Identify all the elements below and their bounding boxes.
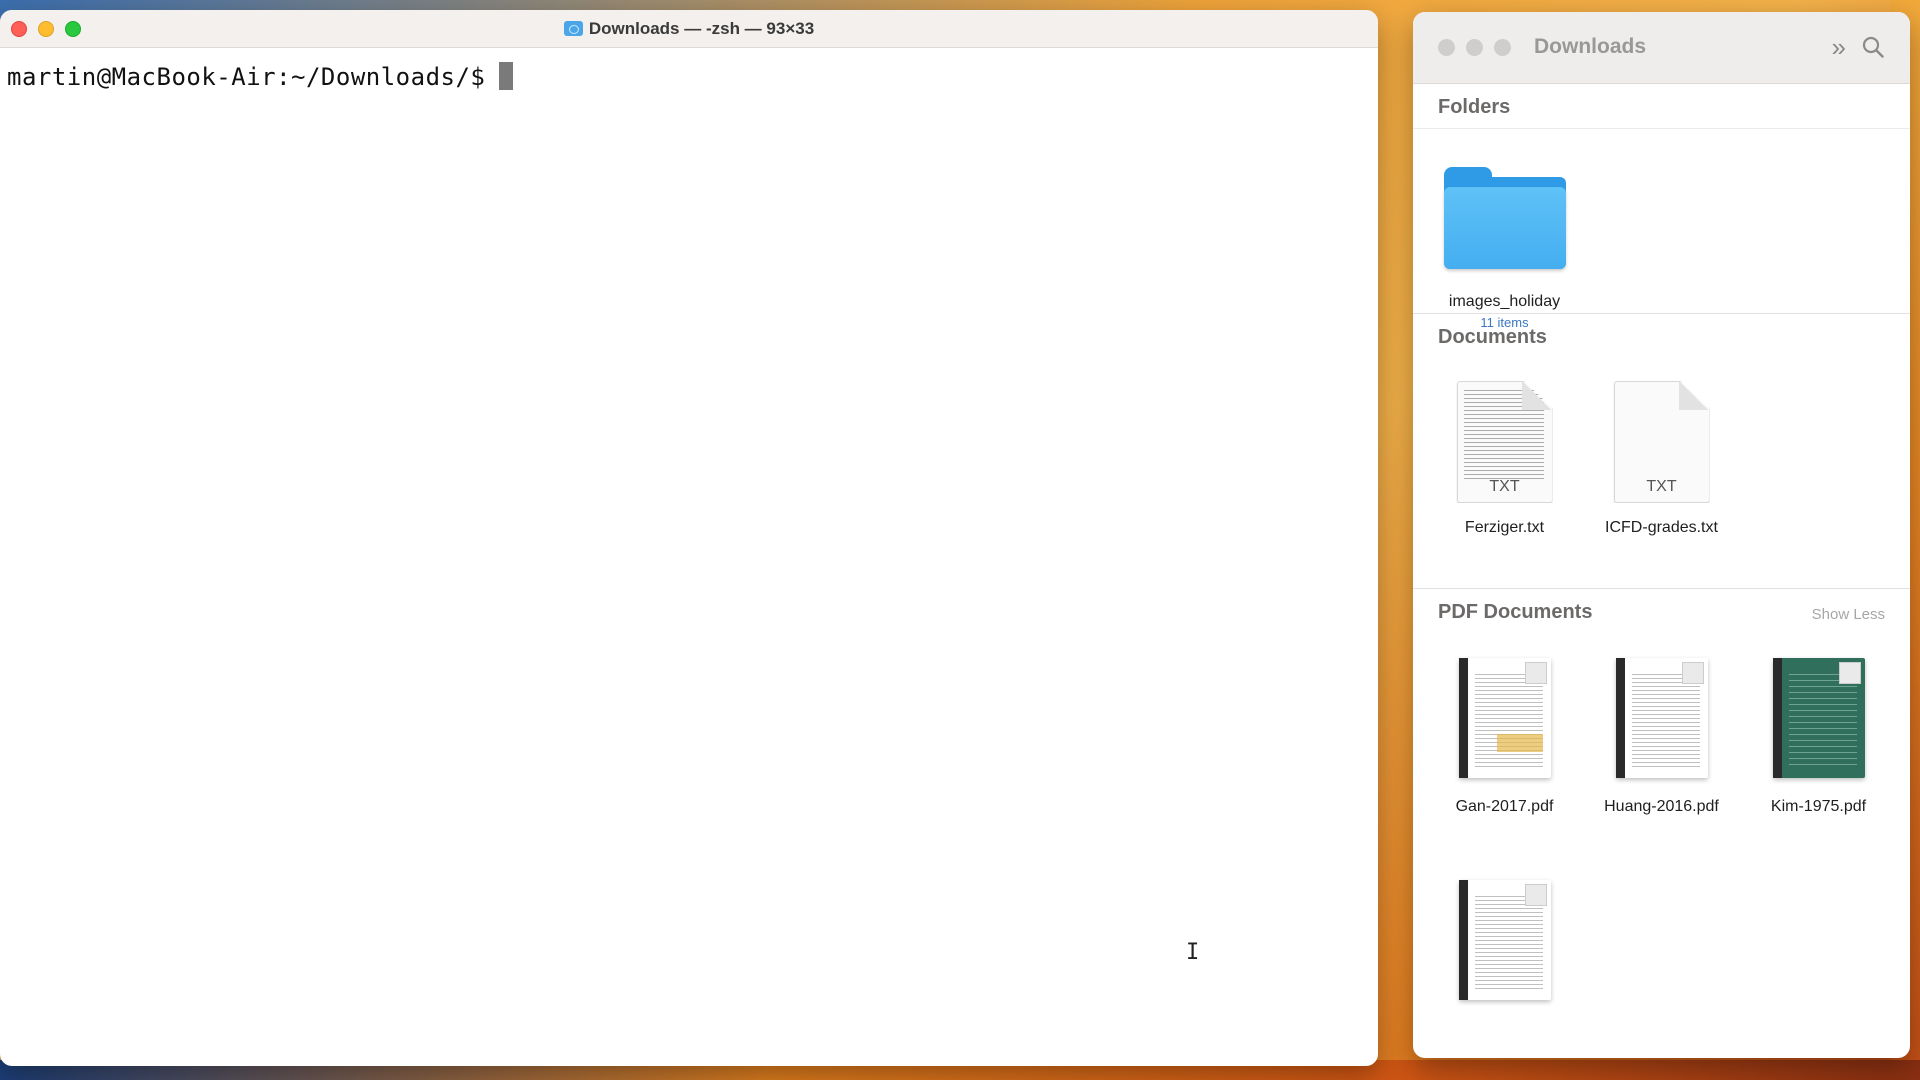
terminal-titlebar[interactable]: Downloads — -zsh — 93×33 [0, 10, 1378, 48]
item-name: Ferziger.txt [1464, 519, 1545, 536]
finder-titlebar[interactable]: Downloads » [1413, 12, 1910, 84]
section-title-documents: Documents [1438, 326, 1547, 348]
pdf-item[interactable] [1426, 880, 1583, 1000]
folder-item[interactable]: images_holiday 11 items [1426, 167, 1583, 330]
document-item[interactable]: TXT Ferziger.txt [1426, 381, 1583, 537]
documents-section: Documents TXT Ferziger.txt TXT ICFD-grad… [1413, 314, 1910, 589]
pdf-item[interactable]: Kim-1975.pdf [1740, 658, 1897, 816]
folders-section: Folders images_holiday 11 items [1413, 84, 1910, 330]
text-file-icon: TXT [1613, 381, 1710, 503]
pdf-file-icon [1458, 658, 1551, 778]
item-name: images_holiday [1448, 293, 1561, 310]
terminal-content[interactable]: martin@MacBook-Air:~/Downloads/$ [0, 48, 1378, 105]
file-type-badge: TXT [1489, 478, 1520, 495]
finder-window[interactable]: Downloads » Folders images_holiday 11 it… [1413, 12, 1910, 1058]
show-less-button[interactable]: Show Less [1812, 606, 1885, 623]
shell-prompt: martin@MacBook-Air:~/Downloads/$ [7, 63, 486, 91]
section-title-folders: Folders [1413, 84, 1910, 129]
terminal-window[interactable]: Downloads — -zsh — 93×33 martin@MacBook-… [0, 10, 1378, 1066]
folder-icon [563, 21, 583, 36]
terminal-title-text: Downloads — -zsh — 93×33 [588, 19, 815, 38]
pdf-documents-section: PDF Documents Show Less Gan-2017.pdf Hua… [1413, 589, 1910, 1000]
pdf-item[interactable]: Huang-2016.pdf [1583, 658, 1740, 816]
file-type-badge: TXT [1646, 478, 1677, 495]
folder-icon [1443, 167, 1566, 269]
item-name: Kim-1975.pdf [1770, 798, 1867, 815]
window-controls [1438, 39, 1511, 56]
item-name: Huang-2016.pdf [1604, 798, 1719, 815]
search-icon[interactable] [1862, 36, 1884, 58]
item-name: ICFD-grades.txt [1605, 519, 1718, 536]
pdf-file-icon [1772, 658, 1865, 778]
pdf-file-icon [1615, 658, 1708, 778]
pdf-item[interactable]: Gan-2017.pdf [1426, 658, 1583, 816]
finder-title: Downloads [1534, 35, 1647, 58]
text-file-icon: TXT [1456, 381, 1553, 503]
text-cursor [499, 62, 514, 90]
zoom-button[interactable] [1494, 39, 1511, 56]
minimize-button[interactable] [1466, 39, 1483, 56]
close-button[interactable] [1438, 39, 1455, 56]
ibeam-cursor-icon: I [1186, 940, 1200, 965]
item-name: Gan-2017.pdf [1455, 798, 1554, 815]
pdf-file-icon [1458, 880, 1551, 1000]
terminal-title: Downloads — -zsh — 93×33 [0, 19, 1378, 39]
document-item[interactable]: TXT ICFD-grades.txt [1583, 381, 1740, 537]
chevron-double-right-icon[interactable]: » [1832, 32, 1846, 63]
